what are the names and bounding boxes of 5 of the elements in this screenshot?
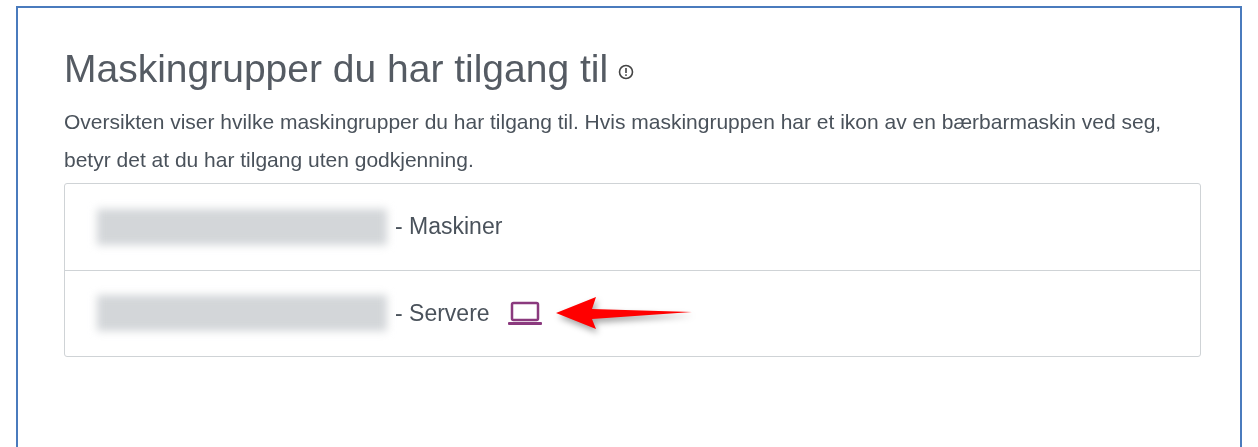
page-title: Maskingrupper du har tilgang til [64, 46, 609, 92]
group-label[interactable]: - Servere [395, 299, 490, 327]
info-icon[interactable] [618, 64, 635, 81]
description-text: Oversikten viser hvilke maskingrupper du har tilgang til. Hvis maskingruppen har et ikon av en bærbarmaskin ved seg, betyr det at du har tilgang uten godkjenning. [64, 108, 1163, 173]
group-label[interactable]: - Maskiner [395, 213, 503, 241]
